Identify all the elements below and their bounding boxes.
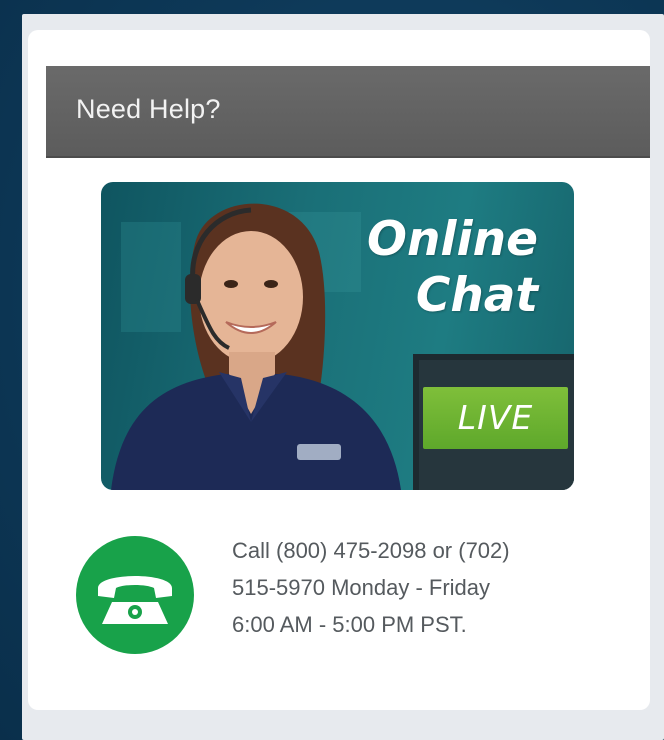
contact-phone-text: Call (800) 475-2098 or (702) 515-5970 Mo… — [232, 532, 632, 643]
phone-line-1: Call (800) 475-2098 or (702) — [232, 538, 510, 563]
live-badge: LIVE — [423, 387, 568, 449]
panel-title: Need Help? — [76, 94, 221, 124]
phone-line-3: 6:00 AM - 5:00 PM PST. — [232, 612, 467, 637]
online-chat-title: Online Chat — [367, 212, 538, 323]
panel-header: Need Help? — [46, 66, 650, 158]
online-chat-banner[interactable]: Online Chat LIVE — [101, 182, 574, 490]
telephone-icon[interactable] — [76, 536, 194, 654]
phone-line-2: 515-5970 Monday - Friday — [232, 575, 491, 600]
need-help-panel: Need Help? Online Chat LIVE Call (800) 4… — [28, 30, 650, 710]
